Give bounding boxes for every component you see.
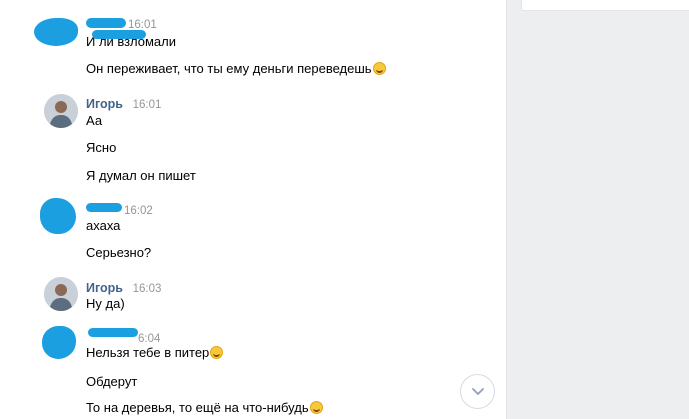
- redaction-mark: [88, 328, 138, 337]
- avatar[interactable]: [44, 277, 78, 311]
- message-header: Игорь 16:01: [86, 96, 161, 112]
- avatar[interactable]: [40, 198, 78, 234]
- message-text: Ясно: [86, 140, 117, 155]
- grinning-emoji-icon: [309, 401, 323, 414]
- message-header: Игорь 16:03: [86, 280, 161, 296]
- author-name[interactable]: Игорь: [86, 281, 123, 295]
- message-text: И ли взломали: [86, 30, 176, 49]
- message-text: ахаха: [86, 218, 121, 233]
- redaction-mark: [92, 30, 146, 39]
- message-text: Аа: [86, 113, 103, 128]
- message-history: 16:01 И ли взломали Он переживает, что т…: [0, 0, 506, 419]
- message-time[interactable]: 16:02: [124, 205, 153, 217]
- author-name[interactable]: Игорь: [86, 97, 123, 111]
- scroll-to-bottom-button[interactable]: [460, 374, 495, 409]
- message-text: То на деревья, то ещё на что-нибудь: [86, 400, 323, 415]
- message-text: Я думал он пишет: [86, 168, 196, 183]
- message-text: Ну да): [86, 296, 125, 311]
- right-sidebar: [506, 0, 689, 419]
- avatar[interactable]: [34, 18, 78, 52]
- chevron-down-icon: [471, 387, 484, 395]
- message-time[interactable]: 16:03: [133, 283, 162, 295]
- message-header: 6:04: [86, 328, 160, 346]
- message-header: 16:02: [86, 202, 153, 218]
- message-time[interactable]: 16:01: [133, 99, 162, 111]
- redaction-mark: [86, 203, 122, 212]
- message-time[interactable]: 6:04: [138, 333, 160, 345]
- grinning-emoji-icon: [372, 62, 386, 75]
- redaction-mark: [86, 18, 126, 28]
- message-text: Серьезно?: [86, 245, 152, 260]
- grinning-emoji-icon: [210, 346, 224, 359]
- message-text: Обдерут: [86, 374, 138, 389]
- sidebar-card: [521, 0, 689, 11]
- avatar[interactable]: [44, 94, 78, 128]
- message-text: Нельзя тебе в питер: [86, 345, 224, 360]
- avatar[interactable]: [42, 324, 78, 359]
- message-text: Он переживает, что ты ему деньги перевед…: [86, 61, 386, 76]
